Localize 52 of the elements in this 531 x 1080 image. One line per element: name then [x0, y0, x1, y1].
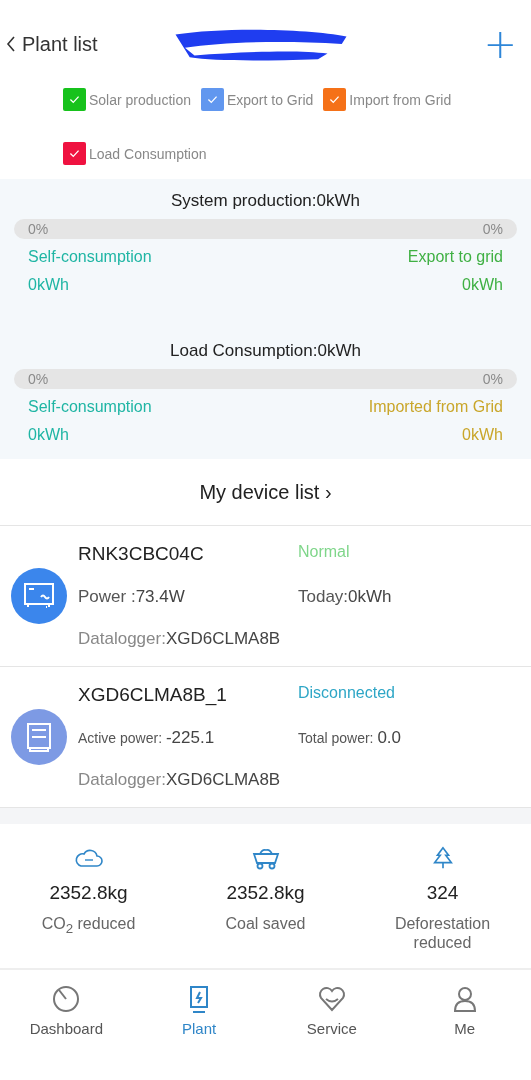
percent-label: 0%	[482, 221, 503, 237]
legend-label: Solar production	[89, 91, 191, 108]
datalogger-text: Datalogger:XGD6CLMA8B	[78, 770, 282, 790]
dashboard-icon	[51, 984, 82, 1014]
device-name: RNK3CBC04C	[78, 543, 205, 565]
heart-icon	[316, 984, 347, 1014]
energy-value: 0kWh	[462, 275, 503, 295]
chevron-icon	[6, 35, 16, 53]
stat-label: CO$_{2}$ reduced	[40, 914, 137, 939]
nav-tab[interactable]: Plant	[132, 970, 266, 1080]
nav-tab[interactable]: Service	[265, 970, 399, 1080]
device-status: Normal	[298, 543, 350, 562]
back-button[interactable]: Plant list	[6, 32, 98, 56]
legend-label: Import from Grid	[349, 91, 452, 108]
legend-checkbox[interactable]	[63, 142, 86, 165]
energy-value: 0kWh	[28, 275, 69, 295]
energy-value: 0kWh	[28, 425, 69, 445]
percent-label: 0%	[28, 221, 49, 237]
energy-title: Load Consumption:0kWh	[169, 341, 362, 361]
mine-cart-icon	[250, 846, 281, 870]
stat-value: 324	[426, 882, 459, 904]
stat-label: Deforestation reduced	[393, 914, 492, 952]
legend-label: Export to Grid	[226, 91, 314, 108]
percent-label: 0%	[28, 371, 49, 387]
device-list-link[interactable]: My device list ›	[193, 479, 338, 505]
legend-label: Load Consumption	[89, 145, 207, 162]
legend-checkbox[interactable]	[323, 88, 347, 111]
legend-checkbox[interactable]	[200, 88, 224, 111]
legend-checkbox[interactable]	[63, 88, 86, 111]
add-button[interactable]: +	[483, 24, 517, 64]
energy-label: Imported from Grid	[368, 397, 503, 417]
energy-label: Self-consumption	[28, 397, 152, 417]
nav-tab[interactable]: Me	[398, 970, 531, 1080]
device-row[interactable]: RNK3CBC04C Normal Power :73.4W Today:0kWh Datalogger:XGD6CLMA8B	[0, 526, 531, 667]
energy-title: System production:0kWh	[170, 191, 361, 211]
meter-icon	[11, 709, 67, 765]
inverter-icon	[11, 568, 67, 624]
device-stat: Power :73.4W	[78, 587, 186, 607]
energy-label: Self-consumption	[28, 247, 152, 267]
datalogger-text: Datalogger:XGD6CLMA8B	[78, 629, 282, 649]
stat-value: 2352.8kg	[226, 882, 305, 904]
percent-label: 0%	[482, 371, 503, 387]
stat-label: Coal saved	[224, 914, 307, 933]
energy-label: Export to grid	[407, 247, 503, 267]
nav-tab[interactable]: Dashboard	[0, 970, 133, 1080]
device-status: Disconnected	[298, 684, 395, 703]
energy-value: 0kWh	[462, 425, 503, 445]
stat-value: 2352.8kg	[49, 882, 128, 904]
device-stat: Today:0kWh	[298, 587, 392, 607]
device-name: XGD6CLMA8B_1	[78, 684, 228, 706]
device-stat: Total power: 0.0	[298, 728, 401, 748]
device-stat: Active power: -225.1	[78, 728, 216, 748]
